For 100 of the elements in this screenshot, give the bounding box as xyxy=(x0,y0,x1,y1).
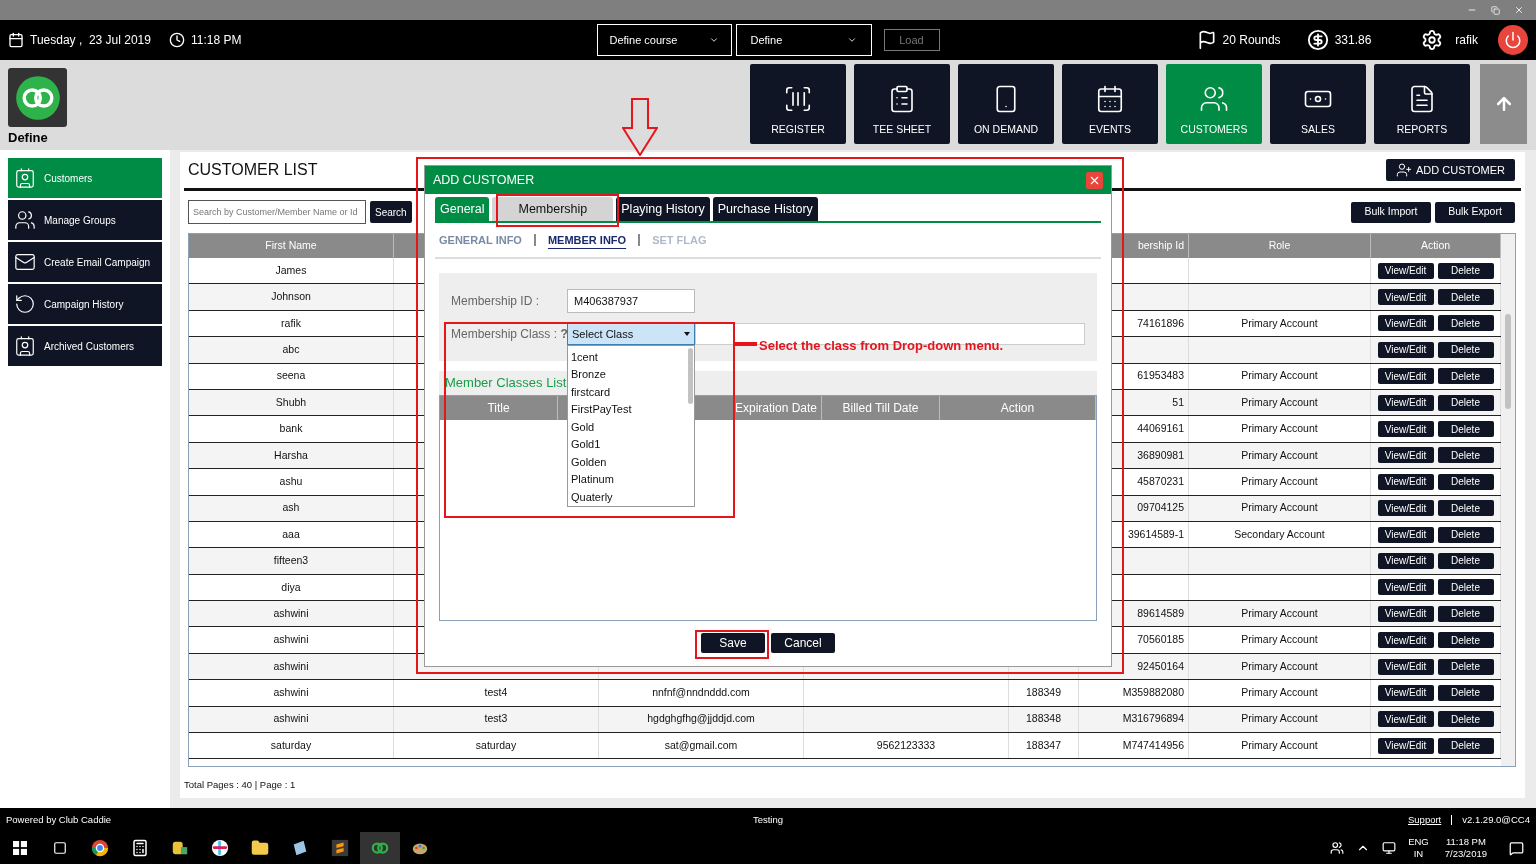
view-edit-button[interactable]: View/Edit xyxy=(1377,473,1434,490)
sidebar-item[interactable]: Archived Customers xyxy=(8,326,162,366)
view-edit-button[interactable]: View/Edit xyxy=(1377,605,1434,622)
save-button[interactable]: Save xyxy=(701,633,765,653)
dialog-tab[interactable]: General xyxy=(435,197,490,221)
column-header: Action xyxy=(1000,400,1035,417)
delete-button[interactable]: Delete xyxy=(1437,711,1494,728)
dropdown-option[interactable]: 1cent xyxy=(568,348,686,366)
column-header: Role xyxy=(1268,238,1291,254)
dialog-tab[interactable]: Purchase History xyxy=(712,197,818,221)
view-edit-button[interactable]: View/Edit xyxy=(1377,526,1434,543)
user-plus-icon xyxy=(1395,162,1412,178)
dropdown-option[interactable]: Gold1 xyxy=(568,435,686,454)
delete-button[interactable]: Delete xyxy=(1437,289,1494,306)
close-button[interactable] xyxy=(1086,171,1103,189)
dropdown-option[interactable]: Bronze xyxy=(568,365,686,384)
browser-icon[interactable] xyxy=(91,839,109,857)
table-cell-text: 70560185 xyxy=(1137,632,1184,648)
sub-tab[interactable]: GENERAL INFO xyxy=(439,231,522,249)
sub-tab[interactable]: MEMBER INFO xyxy=(547,231,627,249)
view-edit-button[interactable]: View/Edit xyxy=(1377,315,1434,332)
delete-button[interactable]: Delete xyxy=(1437,500,1494,517)
sidebar-item[interactable]: Customers xyxy=(8,158,162,198)
notifications-icon[interactable] xyxy=(1509,840,1524,856)
delete-button[interactable]: Delete xyxy=(1437,632,1494,649)
nav-tile[interactable]: REPORTS xyxy=(1374,64,1470,144)
table-cell-text: hgdghgfhg@jjddjd.com xyxy=(647,711,755,727)
delete-button[interactable]: Delete xyxy=(1437,394,1494,411)
bulk-button[interactable]: Bulk Export xyxy=(1435,201,1515,223)
table-cell: nnfnf@nndnddd.com xyxy=(652,685,750,701)
folder-icon[interactable] xyxy=(251,839,269,857)
table-cell-text: M747414956 xyxy=(1122,737,1184,753)
delete-button[interactable]: Delete xyxy=(1437,368,1494,385)
view-edit-button[interactable]: View/Edit xyxy=(1377,421,1434,438)
search-button[interactable]: Search xyxy=(370,201,412,223)
dialog-tab[interactable]: Playing History xyxy=(616,197,710,221)
delete-button[interactable]: Delete xyxy=(1437,262,1494,279)
table-cell-text: 188348 xyxy=(1025,711,1061,727)
app-logo-icon[interactable] xyxy=(371,839,389,857)
dropdown-option[interactable]: firstcard xyxy=(568,383,686,401)
view-edit-button[interactable]: View/Edit xyxy=(1377,262,1434,279)
delete-button[interactable]: Delete xyxy=(1437,579,1494,596)
scrollbar[interactable] xyxy=(1501,234,1515,766)
sidebar-item[interactable]: Campaign History xyxy=(8,284,162,324)
delete-button[interactable]: Delete xyxy=(1437,447,1494,464)
view-edit-button[interactable]: View/Edit xyxy=(1377,553,1434,569)
windows-logo-icon[interactable] xyxy=(13,841,27,855)
view-edit-button[interactable]: View/Edit xyxy=(1377,737,1434,754)
cancel-button[interactable]: Cancel xyxy=(771,633,835,653)
nav-tile[interactable]: REGISTER xyxy=(750,64,846,144)
delete-button[interactable]: Delete xyxy=(1437,315,1494,332)
dropdown-option[interactable]: Gold xyxy=(568,418,686,436)
calculator-icon[interactable] xyxy=(131,839,149,857)
nav-tile[interactable]: CUSTOMERS xyxy=(1166,64,1262,144)
course-select[interactable]: Define course xyxy=(596,24,732,56)
view-edit-button[interactable]: View/Edit xyxy=(1377,368,1434,385)
dropdown-option[interactable]: Platinum xyxy=(568,470,686,489)
dropdown-option[interactable]: FirstPayTest xyxy=(568,400,686,419)
sidebar-item[interactable]: Create Email Campaign xyxy=(8,242,162,282)
view-edit-button[interactable]: View/Edit xyxy=(1377,500,1434,517)
view-edit-button[interactable]: View/Edit xyxy=(1377,341,1434,358)
view-edit-button[interactable]: View/Edit xyxy=(1377,289,1434,306)
power-button[interactable] xyxy=(1498,25,1528,55)
delete-button[interactable]: Delete xyxy=(1437,605,1494,622)
dialog-tab[interactable]: Membership xyxy=(492,197,614,221)
view-edit-button[interactable]: View/Edit xyxy=(1377,447,1434,464)
nav-tile[interactable]: TEE SHEET xyxy=(854,64,950,144)
sidebar-item[interactable]: Manage Groups xyxy=(8,200,162,240)
view-edit-button[interactable]: View/Edit xyxy=(1377,658,1434,675)
view-edit-button[interactable]: View/Edit xyxy=(1377,632,1434,649)
editor-app-icon[interactable] xyxy=(331,839,349,857)
task-view-icon[interactable] xyxy=(53,841,67,855)
search-field[interactable]: Search by Customer/Member Name or Id xyxy=(188,200,366,224)
people-icon[interactable] xyxy=(1330,841,1345,855)
view-edit-button[interactable]: View/Edit xyxy=(1377,684,1434,701)
delete-button[interactable]: Delete xyxy=(1437,553,1494,569)
settings-icon xyxy=(1421,29,1444,51)
nav-tile[interactable]: EVENTS xyxy=(1062,64,1158,144)
site-select[interactable]: Define xyxy=(735,24,872,56)
delete-button[interactable]: Delete xyxy=(1437,737,1494,754)
dropdown-option[interactable]: Golden xyxy=(568,453,686,471)
dropdown-option[interactable]: Quaterly xyxy=(568,488,686,506)
nav-tile[interactable]: ON DEMAND xyxy=(958,64,1054,144)
delete-button[interactable]: Delete xyxy=(1437,658,1494,675)
delete-button[interactable]: Delete xyxy=(1437,526,1494,543)
table-cell-text: 51 xyxy=(1172,394,1184,410)
column-header: First Name xyxy=(265,238,317,254)
bulk-button[interactable]: Bulk Import xyxy=(1351,201,1431,223)
membership-id-field[interactable]: M406387937 xyxy=(567,289,695,313)
nav-tile[interactable]: SALES xyxy=(1270,64,1366,144)
delete-button[interactable]: Delete xyxy=(1437,684,1494,701)
view-edit-button[interactable]: View/Edit xyxy=(1377,711,1434,728)
add-customer-button[interactable]: ADD CUSTOMER xyxy=(1385,159,1515,181)
delete-button[interactable]: Delete xyxy=(1437,473,1494,490)
view-edit-button[interactable]: View/Edit xyxy=(1377,394,1434,411)
delete-button[interactable]: Delete xyxy=(1437,421,1494,438)
membership-class-select[interactable]: Select Class xyxy=(567,323,695,345)
view-edit-button[interactable]: View/Edit xyxy=(1377,579,1434,596)
support-link[interactable]: Support xyxy=(1408,812,1442,828)
delete-button[interactable]: Delete xyxy=(1437,341,1494,358)
